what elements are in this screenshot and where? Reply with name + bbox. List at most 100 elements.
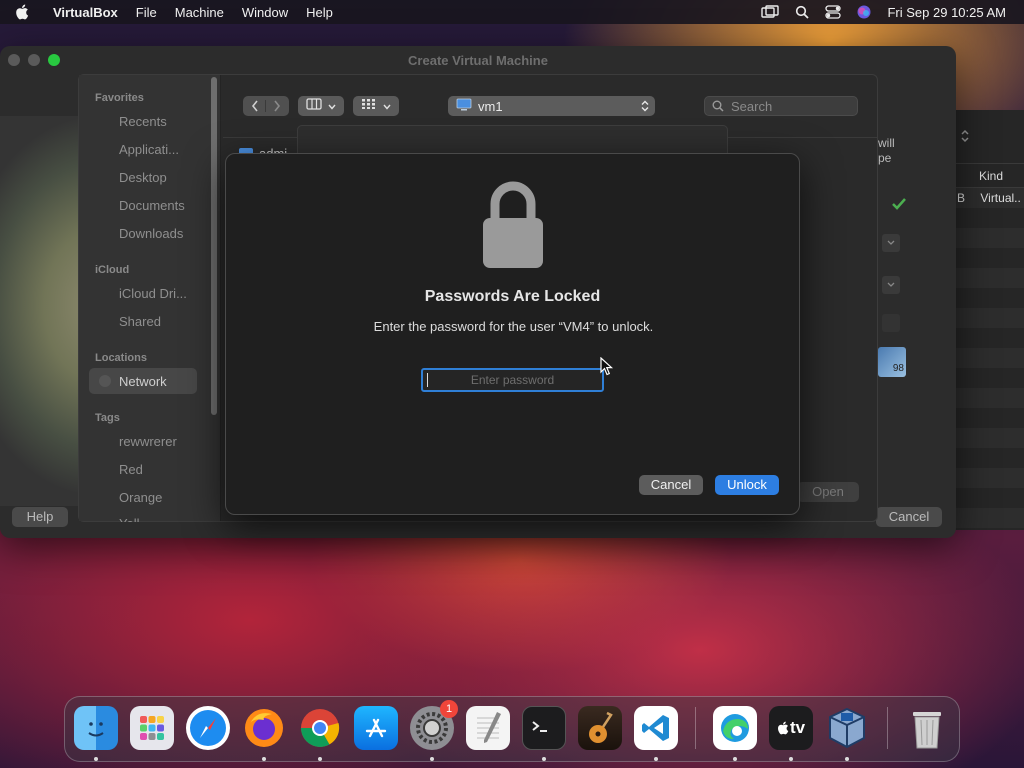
view-mode-button[interactable] (298, 96, 344, 116)
open-button[interactable]: Open (797, 482, 859, 502)
menu-file[interactable]: File (136, 5, 157, 20)
help-button[interactable]: Help (12, 507, 68, 527)
password-dialog: Passwords Are Locked Enter the password … (225, 153, 800, 515)
edge-icon[interactable] (713, 706, 757, 750)
window-titlebar: Create Virtual Machine (0, 46, 956, 74)
sidebar-item-desktop[interactable]: Desktop (119, 170, 167, 185)
dock: 1 tv (64, 696, 960, 762)
siri-icon[interactable] (857, 5, 871, 19)
sidebar-item-tag-red[interactable]: Red (119, 462, 143, 477)
finder-icon[interactable] (74, 706, 118, 750)
dialog-message: Enter the password for the user “VM4” to… (373, 319, 654, 334)
unlock-button[interactable]: Unlock (715, 475, 779, 495)
running-indicator (845, 757, 849, 761)
window-title: Create Virtual Machine (408, 53, 548, 68)
safari-icon[interactable] (186, 706, 230, 750)
textedit-icon[interactable] (466, 706, 510, 750)
text-caret (427, 373, 428, 387)
trash-icon[interactable] (905, 706, 949, 750)
cancel-button[interactable]: Cancel (639, 475, 703, 495)
back-forward-buttons (243, 96, 289, 116)
sidebar-item-documents[interactable]: Documents (119, 198, 185, 213)
background-image (0, 116, 80, 506)
sidebar-item-applications[interactable]: Applicati... (119, 142, 179, 157)
list-item-kind: Virtual.. (980, 191, 1021, 205)
chrome-icon[interactable] (298, 706, 342, 750)
password-field[interactable] (421, 368, 604, 392)
sidebar-item-tag-orange[interactable]: Orange (119, 490, 162, 505)
menu-bar: VirtualBox File Machine Window Help Fri … (0, 0, 1024, 24)
mouse-cursor-icon (600, 356, 614, 382)
dialog-title: Passwords Are Locked (424, 288, 601, 305)
running-indicator (318, 757, 322, 761)
sidebar-item-icloud-drive[interactable]: iCloud Dri... (119, 286, 187, 301)
launchpad-icon[interactable] (130, 706, 174, 750)
dock-separator (887, 707, 888, 749)
sidebar-section-favorites: Favorites (95, 92, 144, 104)
sidebar-item-network[interactable]: Network (119, 374, 167, 389)
terminal-icon[interactable] (522, 706, 566, 750)
chevron-down-icon (328, 97, 336, 115)
partial-label-line-1: will (878, 136, 895, 150)
sidebar-scrollbar[interactable] (211, 77, 217, 415)
notification-badge: 1 (440, 700, 458, 718)
menu-app-name[interactable]: VirtualBox (53, 5, 118, 20)
apple-tv-label: tv (789, 718, 806, 737)
cancel-button[interactable]: Cancel (876, 507, 942, 527)
dropdown-chevron-icon[interactable] (882, 234, 900, 252)
menu-help[interactable]: Help (306, 5, 333, 20)
location-label: vm1 (478, 98, 503, 114)
grid-view-icon (361, 97, 377, 115)
sidebar-item-tag-yellow[interactable]: Yell... (119, 516, 150, 522)
apple-menu-icon[interactable] (15, 4, 39, 20)
garageband-icon[interactable] (578, 706, 622, 750)
computer-icon (456, 98, 472, 114)
sidebar-item-downloads[interactable]: Downloads (119, 226, 183, 241)
list-item-size-suffix: B (957, 191, 966, 205)
search-input[interactable]: Search (704, 96, 858, 116)
system-settings-icon[interactable]: 1 (410, 700, 458, 750)
menu-window[interactable]: Window (242, 5, 288, 20)
forward-chevron-icon[interactable] (266, 100, 288, 112)
sidebar-item-recents[interactable]: Recents (119, 114, 167, 129)
finder-sidebar: Favorites Recents Applicati... Desktop D… (79, 75, 221, 522)
os-version-label: 98 (892, 363, 904, 374)
virtualbox-icon[interactable] (825, 706, 869, 750)
os-type-icon: 98 (878, 347, 906, 377)
menu-clock[interactable]: Fri Sep 29 10:25 AM (887, 5, 1006, 20)
running-indicator (654, 757, 658, 761)
menu-machine[interactable]: Machine (175, 5, 224, 20)
sidebar-section-tags: Tags (95, 412, 120, 424)
location-popup[interactable]: vm1 (448, 96, 655, 116)
group-by-button[interactable] (353, 96, 399, 116)
network-icon (99, 375, 111, 387)
app-store-icon[interactable] (354, 706, 398, 750)
partial-label: will pe (878, 136, 895, 166)
control-center-icon[interactable] (825, 5, 842, 19)
stepper-control[interactable] (882, 314, 900, 332)
search-placeholder: Search (731, 98, 773, 114)
search-icon (712, 100, 724, 112)
chevron-down-icon (383, 97, 391, 115)
lock-icon (481, 180, 545, 275)
partial-label-line-2: pe (878, 151, 892, 165)
sidebar-item-tag-rewwrerer[interactable]: rewwrerer (119, 434, 177, 449)
updown-chevron-icon (641, 100, 649, 115)
running-indicator (789, 757, 793, 761)
spotlight-search-icon[interactable] (795, 5, 810, 19)
running-indicator (262, 757, 266, 761)
checkmark-icon (891, 197, 907, 216)
running-indicator (94, 757, 98, 761)
dropdown-chevron-icon[interactable] (882, 276, 900, 294)
apple-tv-icon[interactable]: tv (769, 706, 813, 750)
sidebar-item-shared[interactable]: Shared (119, 314, 161, 329)
vscode-icon[interactable] (634, 706, 678, 750)
sort-chevron-icon[interactable] (960, 128, 970, 149)
column-view-icon (306, 97, 322, 115)
running-indicator (542, 757, 546, 761)
firefox-icon[interactable] (242, 706, 286, 750)
screen-mirroring-icon[interactable] (761, 5, 780, 19)
back-chevron-icon[interactable] (244, 100, 266, 112)
apple-logo-icon (777, 721, 789, 735)
running-indicator (430, 757, 434, 761)
